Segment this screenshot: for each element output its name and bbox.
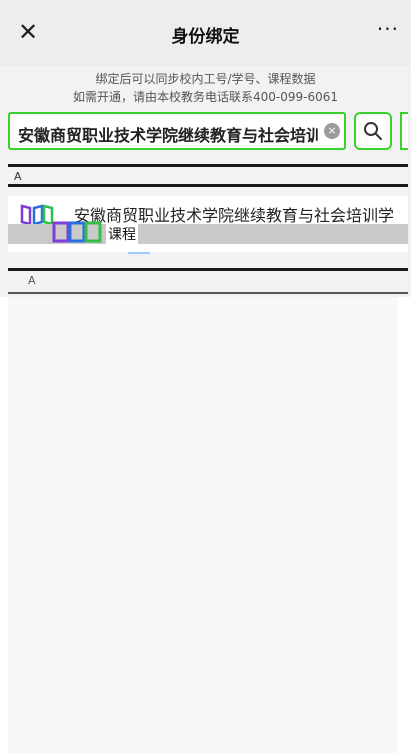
divider-line <box>8 268 408 271</box>
school-sub-name: 课程 <box>106 224 138 244</box>
more-icon[interactable]: ··· <box>377 17 399 41</box>
search-row: 安徽商贸职业技术学院继续教育与社会培训学院 × <box>8 110 408 155</box>
content-right-edge <box>398 297 411 753</box>
divider-line <box>8 164 408 167</box>
binding-description: 绑定后可以同步校内工号/学号、课程数据 如需开通，请由本校教务电话联系400-0… <box>0 70 411 106</box>
content-area <box>0 297 411 753</box>
divider-line <box>8 184 408 187</box>
navigation-bar: ✕ 身份绑定 ··· <box>0 0 411 66</box>
section-row: A <box>8 272 408 294</box>
search-button[interactable] <box>354 112 392 150</box>
result-underline <box>128 252 150 254</box>
search-icon <box>364 122 382 140</box>
section-letter: A <box>28 274 36 287</box>
school-name[interactable]: 安徽商贸职业技术学院继续教育与社会培训学 <box>74 202 394 226</box>
page-title: 身份绑定 <box>171 27 240 47</box>
divider-line <box>8 292 408 294</box>
school-search-input[interactable]: 安徽商贸职业技术学院继续教育与社会培训学院 × <box>8 112 346 150</box>
clear-icon[interactable]: × <box>324 123 340 139</box>
description-line-2: 如需开通，请由本校教务电话联系400-099-6061 <box>72 90 338 104</box>
school-result-item[interactable]: 安徽商贸职业技术学院继续教育与社会培训学 课程 <box>8 196 408 254</box>
school-logo-icon <box>52 221 102 243</box>
content-left-edge <box>0 297 8 753</box>
index-letter: A <box>14 170 22 183</box>
search-input-value[interactable]: 安徽商贸职业技术学院继续教育与社会培训学院 <box>18 122 318 146</box>
description-line-1: 绑定后可以同步校内工号/学号、课程数据 <box>95 72 316 86</box>
search-row-edge <box>400 112 408 150</box>
